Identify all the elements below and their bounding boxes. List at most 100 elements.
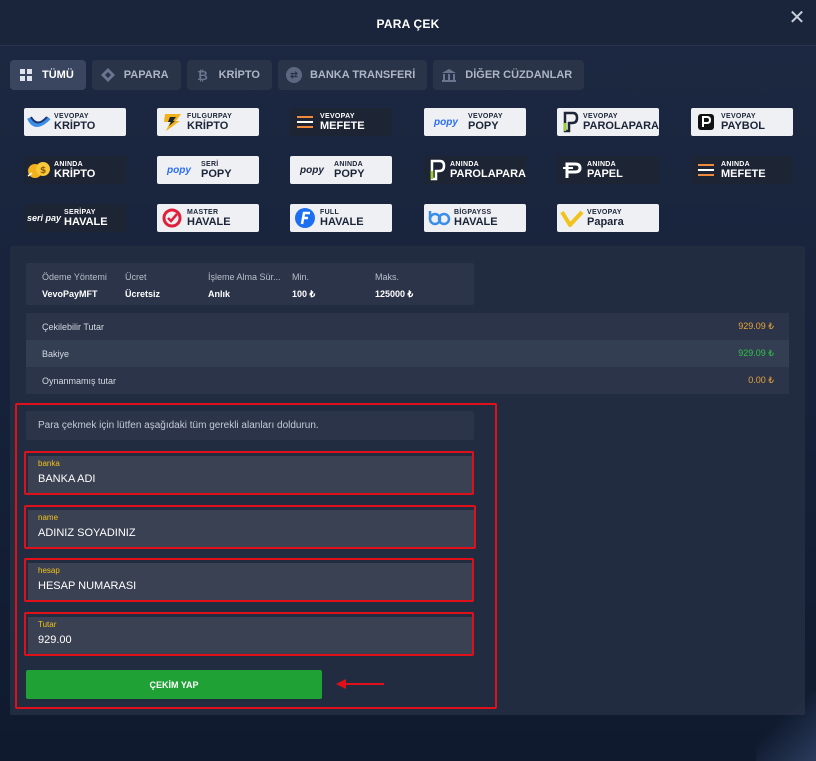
method-small-label: ANINDA	[721, 160, 751, 168]
tab-other-wallets[interactable]: DİĞER CÜZDANLAR	[433, 60, 585, 90]
tab-crypto[interactable]: ₿ KRİPTO	[186, 60, 272, 90]
parolapara-icon	[557, 108, 583, 136]
method-master-havale[interactable]: MASTER HAVALE	[157, 204, 259, 232]
method-aninda-mefete[interactable]: ANINDA MEFETE	[691, 156, 793, 184]
method-aninda-parolapara[interactable]: ANINDA PAROLAPARA	[424, 156, 526, 184]
method-seripay-havale[interactable]: seri pay SERİPAY HAVALE	[24, 204, 126, 232]
popy-logo: popy	[167, 164, 191, 176]
balance-table: Çekilebilir Tutar 929.09 ₺ Bakiye 929.09…	[26, 313, 789, 394]
method-small-label: FULL	[320, 208, 340, 216]
info-value: 100 ₺	[292, 289, 316, 299]
method-big-label: HAVALE	[454, 215, 498, 228]
info-label: Min.	[292, 272, 310, 282]
method-vevopay-kripto[interactable]: VEVOPAY KRİPTO	[24, 108, 126, 136]
mefete-lines-icon	[290, 108, 320, 136]
name-input[interactable]	[38, 525, 458, 541]
method-big-label: KRİPTO	[54, 167, 96, 180]
info-label: Maks.	[375, 272, 400, 282]
field-label: Tutar	[38, 620, 57, 629]
field-label: banka	[38, 459, 60, 468]
balance-label: Bakiye	[42, 348, 70, 359]
info-label: Ücret	[125, 272, 147, 282]
amount-field-box: Tutar	[28, 617, 472, 654]
method-vevopay-mefete[interactable]: VEVOPAY MEFETE	[290, 108, 392, 136]
withdraw-button[interactable]: ÇEKİM YAP	[26, 670, 322, 699]
method-big-label: PAROLAPARA	[450, 167, 526, 180]
account-number-input[interactable]	[38, 578, 458, 594]
amount-input[interactable]	[38, 632, 458, 648]
method-big-label: Papara	[587, 215, 624, 228]
amount-field: Tutar	[24, 612, 474, 656]
tab-all[interactable]: TÜMÜ	[10, 60, 86, 90]
method-vevopay-popy[interactable]: popy VEVOPAY POPY	[424, 108, 526, 136]
field-label: hesap	[38, 566, 60, 575]
method-big-label: PAYBOL	[721, 119, 766, 132]
tab-bank-transfer[interactable]: ⇄ BANKA TRANSFERİ	[277, 60, 428, 90]
account-field-box: hesap	[28, 563, 472, 600]
method-small-label: VEVOPAY	[721, 112, 756, 120]
method-info-box: Ödeme Yöntemi VevoPayMFT Ücret Ücretsiz …	[26, 263, 474, 305]
bigpayss-icon	[424, 204, 454, 232]
name-field: name	[24, 505, 476, 549]
method-vevopay-parolapara[interactable]: VEVOPAY PAROLAPARA	[557, 108, 659, 136]
method-small-label: ANINDA	[334, 160, 364, 168]
vevopay-v-icon	[557, 204, 587, 232]
field-label: name	[38, 513, 59, 522]
master-check-icon	[157, 204, 187, 232]
method-small-label: VEVOPAY	[54, 112, 89, 120]
method-small-label: MASTER	[187, 208, 219, 216]
method-small-label: ANINDA	[54, 160, 84, 168]
svg-text:$: $	[40, 166, 46, 176]
name-field-box: name	[28, 510, 474, 547]
method-big-label: MEFETE	[721, 167, 766, 180]
method-small-label: ANINDA	[587, 160, 617, 168]
tab-label: DİĞER CÜZDANLAR	[465, 69, 573, 81]
method-small-label: SERİ	[201, 160, 219, 168]
method-aninda-kripto[interactable]: $ ANINDA KRİPTO	[24, 156, 126, 184]
bitcoin-icon: ₿	[197, 67, 208, 83]
grid-icon	[18, 67, 34, 83]
modal-header: PARA ÇEK ✕	[0, 0, 816, 46]
form-highlight-outline	[15, 403, 497, 709]
method-big-label: POPY	[468, 119, 499, 132]
close-icon[interactable]: ✕	[788, 8, 806, 28]
method-small-label: FULGURPAY	[187, 112, 233, 120]
method-fulgurpay-kripto[interactable]: FULGURPAY KRİPTO	[157, 108, 259, 136]
balance-row-withdrawable: Çekilebilir Tutar 929.09 ₺	[26, 313, 789, 340]
coins-icon: $	[24, 156, 54, 184]
method-aninda-papel[interactable]: ANINDA PAPEL	[557, 156, 659, 184]
method-vevopay-papara[interactable]: VEVOPAY Papara	[557, 204, 659, 232]
modal-title: PARA ÇEK	[376, 17, 440, 31]
bank-field: banka	[24, 451, 474, 495]
bank-input[interactable]	[38, 471, 458, 487]
method-small-label: VEVOPAY	[583, 112, 618, 120]
method-bigpayss-havale[interactable]: BİGPAYSS HAVALE	[424, 204, 526, 232]
method-small-label: BİGPAYSS	[454, 208, 492, 216]
method-big-label: MEFETE	[320, 119, 365, 132]
balance-row-balance: Bakiye 929.09 ₺	[26, 340, 789, 367]
balance-value: 929.09 ₺	[738, 321, 774, 331]
method-small-label: VEVOPAY	[468, 112, 503, 120]
method-full-havale[interactable]: FULL HAVALE	[290, 204, 392, 232]
tab-label: BANKA TRANSFERİ	[309, 69, 416, 81]
full-f-icon	[290, 204, 320, 232]
category-tabs: TÜMÜ PAPARA ₿ KRİPTO ⇄ BANKA TRANSFERİ D…	[10, 60, 585, 90]
method-small-label: VEVOPAY	[587, 208, 622, 216]
method-vevopay-paybol[interactable]: VEVOPAY PAYBOL	[691, 108, 793, 136]
balance-value: 929.09 ₺	[738, 348, 774, 358]
method-big-label: POPY	[334, 167, 365, 180]
info-value: Anlık	[208, 289, 231, 299]
info-value: Ücretsiz	[125, 289, 161, 299]
fulgurpay-bolt-icon	[157, 108, 187, 136]
tab-label: KRİPTO	[218, 69, 260, 81]
method-big-label: PAPEL	[587, 167, 623, 180]
method-seri-popy[interactable]: popy SERİ POPY	[157, 156, 259, 184]
tab-papara[interactable]: PAPARA	[91, 60, 181, 90]
method-aninda-popy[interactable]: popy ANINDA POPY	[290, 156, 392, 184]
info-label: Ödeme Yöntemi	[42, 272, 107, 282]
tab-label: TÜMÜ	[42, 69, 74, 81]
balance-label: Çekilebilir Tutar	[42, 321, 105, 332]
transfer-icon: ⇄	[285, 67, 302, 83]
info-col-processing-time: İşleme Alma Sür... Anlık	[208, 272, 281, 299]
method-small-label: VEVOPAY	[320, 112, 355, 120]
